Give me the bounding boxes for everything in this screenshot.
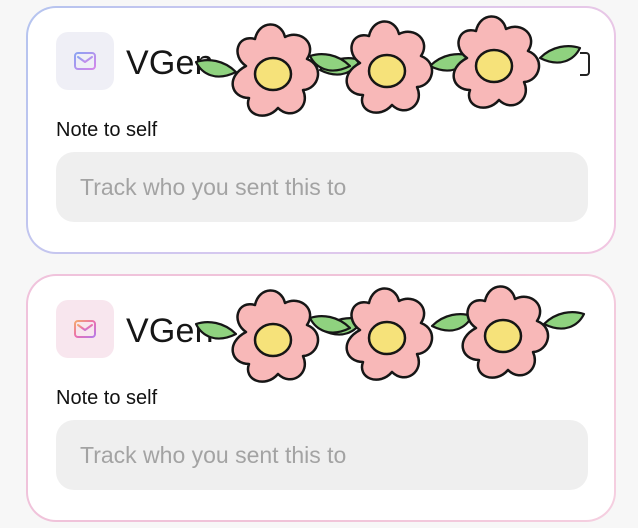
app-icon-badge — [56, 32, 114, 90]
envelope-icon — [74, 320, 96, 338]
note-label: Note to self — [56, 119, 158, 141]
envelope-icon — [74, 52, 96, 70]
share-card-body: VGen Note to self — [28, 8, 614, 252]
note-label: Note to self — [56, 387, 158, 409]
share-card-body: VGen Note to self — [28, 276, 614, 520]
share-card-2: VGen Note to self — [26, 274, 616, 522]
note-input[interactable] — [56, 152, 588, 222]
app-name: VGen — [126, 312, 214, 350]
note-input[interactable] — [56, 420, 588, 490]
app-icon-badge — [56, 300, 114, 358]
toggle-edge[interactable] — [580, 52, 590, 76]
app-name: VGen — [126, 44, 214, 82]
share-card-1: VGen Note to self — [26, 6, 616, 254]
